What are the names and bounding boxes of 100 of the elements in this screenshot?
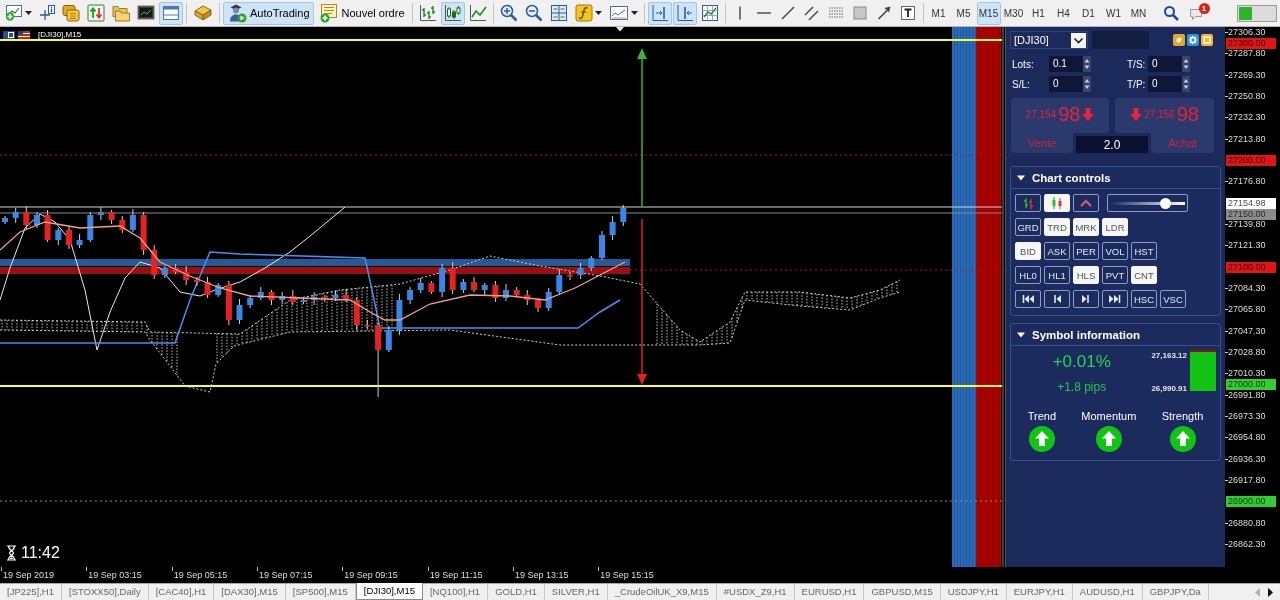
chart-tab[interactable]: [SP500],M15 [285, 584, 356, 600]
chart-tab[interactable]: AUDUSD,H1 [1072, 584, 1143, 600]
spinner-icon[interactable] [1083, 76, 1091, 92]
number-field[interactable]: 0 [1148, 76, 1182, 92]
chart-tab[interactable]: [DJI30],M15 [355, 583, 423, 600]
toggle-button[interactable]: HSC [1131, 290, 1157, 308]
toggle-button[interactable]: PER [1073, 242, 1099, 260]
number-field[interactable]: 0.1 [1049, 56, 1083, 72]
timeframe-button[interactable]: M30 [1001, 1, 1026, 25]
timeframe-button[interactable]: MN [1126, 1, 1151, 25]
spinner-icon[interactable] [1083, 56, 1091, 72]
text-field[interactable] [1092, 31, 1149, 49]
chart-tab[interactable]: EURJPY,H1 [1006, 584, 1073, 600]
timeframe-button[interactable]: M15 [976, 1, 1001, 25]
chart-tab[interactable]: [JP225],H1 [0, 584, 62, 600]
time-label: 19 Sep 03:15 [88, 569, 142, 581]
spinner-icon[interactable] [1182, 76, 1190, 92]
frame-icon[interactable] [1201, 34, 1213, 46]
toggle-button[interactable]: BID [1015, 242, 1041, 260]
chart-tab[interactable]: GBPJPY,Da [1142, 584, 1209, 600]
chart-tab[interactable]: [NQ100],H1 [422, 584, 489, 600]
notifications-button[interactable]: 1 [1182, 1, 1211, 25]
toggle-button[interactable]: HL0 [1015, 266, 1041, 284]
timeframe-button[interactable]: W1 [1101, 1, 1126, 25]
timeframe-button[interactable]: M5 [951, 1, 976, 25]
symbol-select[interactable]: [DJI30] [1010, 31, 1088, 49]
section-header[interactable]: Symbol information [1032, 328, 1140, 341]
toggle-button[interactable]: ASK [1044, 242, 1070, 260]
spinner-icon[interactable] [1182, 56, 1190, 72]
chevron-down-icon[interactable] [1071, 32, 1086, 48]
hourglass-icon [6, 545, 17, 561]
chart-tab[interactable]: GBPUSD,M15 [864, 584, 941, 600]
price-label: 27047.30 [1227, 325, 1267, 337]
new-order-button[interactable]: Nouvel ordre [314, 1, 409, 25]
number-field[interactable]: 0 [1049, 76, 1083, 92]
caret-down-icon[interactable] [25, 11, 32, 15]
chart-tab[interactable]: #USDX_Z9,H1 [716, 584, 795, 600]
gear-icon[interactable] [1187, 34, 1199, 46]
number-field[interactable]: 0 [1148, 56, 1182, 72]
candlestick [428, 280, 435, 295]
chart-tab[interactable]: [DAX30],M15 [214, 584, 286, 600]
flag-icon [18, 31, 30, 39]
timeframe-button[interactable]: H4 [1051, 1, 1076, 25]
scroll-right-icon[interactable] [1267, 587, 1274, 597]
chart-style-button[interactable] [1015, 194, 1041, 212]
chart-plus-icon[interactable] [5, 5, 23, 21]
chart-tab[interactable]: [CAC40],H1 [148, 584, 215, 600]
timeframe-button[interactable]: H1 [1026, 1, 1051, 25]
candlestick [87, 211, 94, 243]
price-tag: 27100.00 [1226, 261, 1276, 273]
section-header[interactable]: Chart controls [1032, 171, 1111, 184]
link-icon[interactable] [1173, 34, 1185, 46]
price-label: 27269.30 [1227, 69, 1267, 81]
price-label: 27232.30 [1227, 112, 1267, 124]
timeframe-button[interactable]: D1 [1076, 1, 1101, 25]
countdown-timer: 11:42 [21, 544, 60, 562]
slider-thumb[interactable] [1160, 197, 1171, 209]
notification-badge: 1 [1198, 2, 1210, 14]
navigation-button[interactable] [1015, 290, 1041, 308]
field-label: S/L: [1012, 78, 1031, 90]
toggle-button[interactable]: HL1 [1044, 266, 1070, 284]
navigation-button[interactable] [1073, 290, 1099, 308]
price-label: 26917.80 [1227, 474, 1267, 486]
chart-style-button[interactable] [1073, 194, 1099, 212]
toggle-button[interactable]: MRK [1073, 218, 1099, 236]
caret-down-icon[interactable] [594, 11, 602, 15]
navigation-button[interactable] [1102, 290, 1128, 308]
chart-tab[interactable]: GOLD,H1 [488, 584, 545, 600]
price-label: 27250.80 [1227, 91, 1267, 102]
chart-tab[interactable]: [STOXX50],Daily [62, 584, 149, 600]
price-tag: 27300.00 [1226, 38, 1276, 49]
toggle-button[interactable]: CNT [1131, 266, 1157, 284]
person-play-icon[interactable] [227, 3, 247, 23]
candlestick [599, 230, 605, 261]
chart-window-icon[interactable] [608, 4, 629, 22]
change-percent: +0.01% [1052, 352, 1111, 372]
chart-tab[interactable]: EURUSD,H1 [794, 584, 865, 600]
function-icon[interactable] [574, 4, 593, 22]
candlestick [556, 268, 563, 295]
chart-tab[interactable]: SILVER,H1 [544, 584, 608, 600]
toggle-button[interactable]: GRD [1015, 218, 1041, 236]
toggle-button[interactable]: VSC [1160, 290, 1186, 308]
field-label: Lots: [1012, 58, 1035, 70]
timeframe-button[interactable]: M1 [926, 1, 951, 25]
toggle-button[interactable]: VOL [1102, 242, 1128, 260]
chart-tab[interactable]: USDJPY,H1 [940, 584, 1007, 600]
toggle-button[interactable]: HST [1131, 242, 1157, 260]
candlestick [55, 227, 62, 246]
toggle-button[interactable]: HLS [1073, 266, 1099, 284]
caret-down-icon[interactable] [630, 11, 638, 15]
document-plus-icon[interactable] [318, 3, 339, 23]
toggle-button[interactable]: TRD [1044, 218, 1070, 236]
navigation-button[interactable] [1044, 290, 1070, 308]
toggle-button[interactable]: PVT [1102, 266, 1128, 284]
caret-down-icon[interactable] [1017, 330, 1025, 339]
auto-trading-button[interactable]: AutoTrading [223, 1, 314, 25]
volume-field[interactable]: 2.0 [1076, 136, 1148, 153]
chart-tab[interactable]: _CrudeOilUK_X9,M15 [607, 584, 717, 600]
caret-down-icon[interactable] [1017, 173, 1025, 182]
toggle-button[interactable]: LDR [1102, 218, 1128, 236]
